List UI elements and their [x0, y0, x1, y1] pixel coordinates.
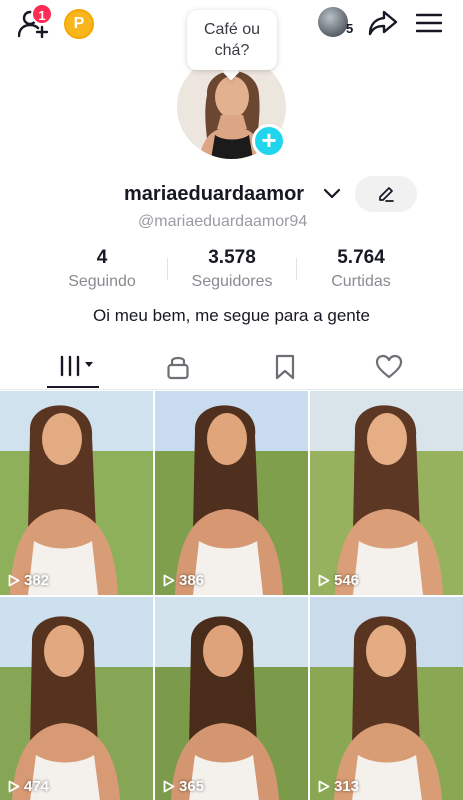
stat-followers-value: 3.578	[208, 247, 256, 268]
video-thumbnail[interactable]: 474	[0, 597, 153, 800]
stat-followers-label: Seguidores	[191, 273, 273, 290]
play-icon	[318, 574, 330, 587]
view-count: 313	[318, 778, 359, 795]
video-thumbnail[interactable]: 365	[155, 597, 308, 800]
chevron-down-icon[interactable]	[322, 187, 342, 201]
view-count: 546	[318, 572, 359, 589]
add-story-button[interactable]: +	[252, 124, 286, 158]
view-count-value: 313	[334, 778, 360, 795]
lock-icon	[167, 356, 189, 380]
video-thumbnail[interactable]: 546	[310, 391, 463, 595]
tab-private[interactable]	[121, 344, 236, 390]
play-icon	[163, 780, 175, 793]
video-thumbnail-image	[155, 597, 308, 800]
view-count-value: 474	[24, 778, 50, 795]
video-thumbnail-image	[310, 391, 463, 595]
tab-videos[interactable]	[16, 344, 131, 390]
view-count-value: 365	[179, 778, 205, 795]
stat-likes-value: 5.764	[337, 247, 385, 268]
play-icon	[8, 780, 20, 793]
stat-likes-label: Curtidas	[331, 273, 391, 290]
view-count: 474	[8, 778, 49, 795]
friends-count-badge: 5	[346, 21, 354, 36]
stat-following-label: Seguindo	[68, 273, 136, 290]
content-tabs	[0, 344, 463, 390]
video-thumbnail-image	[155, 391, 308, 595]
view-count: 382	[8, 572, 49, 589]
video-thumbnail-image	[0, 597, 153, 800]
bookmark-icon	[275, 354, 295, 380]
play-icon	[163, 574, 175, 587]
video-thumbnail-image	[310, 597, 463, 800]
view-count-value: 386	[179, 572, 205, 589]
stat-following[interactable]: 4 Seguindo	[42, 247, 162, 293]
view-count-value: 382	[24, 572, 50, 589]
pencil-icon	[379, 187, 394, 202]
stat-following-value: 4	[96, 247, 108, 268]
stat-followers[interactable]: 3.578 Seguidores	[172, 247, 292, 293]
tab-saved[interactable]	[226, 344, 341, 390]
stat-divider	[296, 258, 297, 280]
play-icon	[8, 574, 20, 587]
view-count-value: 546	[334, 572, 360, 589]
notification-badge: 1	[31, 3, 53, 25]
video-grid: 382 386 546 474 365 313	[0, 391, 463, 800]
stat-likes[interactable]: 5.764 Curtidas	[301, 247, 421, 293]
edit-profile-button[interactable]	[355, 176, 417, 212]
view-count: 365	[163, 778, 204, 795]
view-count: 386	[163, 572, 204, 589]
video-thumbnail[interactable]: 382	[0, 391, 153, 595]
video-thumbnail-image	[0, 391, 153, 595]
tab-liked[interactable]	[331, 344, 446, 390]
active-tab-indicator	[47, 386, 99, 388]
friends-avatar-thumbnail[interactable]	[318, 7, 348, 37]
share-icon[interactable]	[367, 8, 399, 38]
menu-icon[interactable]	[416, 11, 442, 35]
username[interactable]: mariaeduardaamor	[124, 183, 304, 206]
user-handle: @mariaeduardaamor94	[138, 213, 308, 230]
video-thumbnail[interactable]: 386	[155, 391, 308, 595]
coin-icon[interactable]: P	[64, 9, 94, 39]
videos-grid-icon	[60, 355, 93, 377]
play-icon	[318, 780, 330, 793]
heart-icon	[375, 354, 403, 379]
avatar-note-bubble[interactable]: Café ou chá?	[187, 10, 277, 70]
stat-divider	[167, 258, 168, 280]
profile-bio: Oi meu bem, me segue para a gente	[93, 306, 370, 325]
video-thumbnail[interactable]: 313	[310, 597, 463, 800]
